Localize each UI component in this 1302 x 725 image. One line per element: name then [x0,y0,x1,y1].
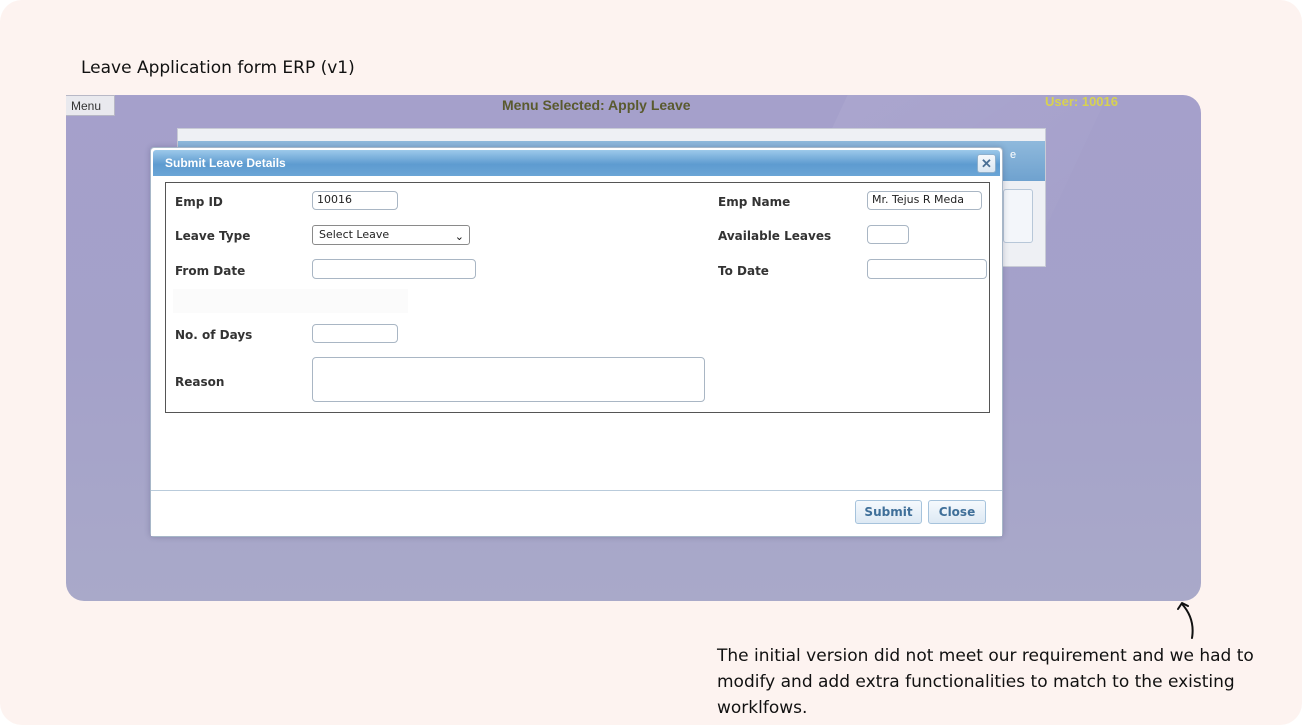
no-of-days-field[interactable] [312,324,398,343]
blank-row [173,289,408,313]
background-table-header-text: e [1010,149,1017,161]
available-leaves-label: Available Leaves [718,229,832,243]
available-leaves-field[interactable] [867,225,909,244]
close-button[interactable]: Close [928,500,986,524]
menu-selected-label: Menu Selected: Apply Leave [502,97,691,113]
to-date-field[interactable] [867,259,987,279]
chevron-down-icon: ⌄ [454,230,464,243]
caption-note: The initial version did not meet our req… [717,646,1254,718]
reason-label: Reason [175,375,225,389]
user-label: User: 10016 [1045,94,1118,109]
submit-leave-dialog: Submit Leave Details ✕ Emp ID 10016 Emp … [150,147,1003,537]
reason-textarea[interactable] [312,357,705,402]
leave-form: Emp ID 10016 Emp Name Mr. Tejus R Meda L… [165,182,990,413]
to-date-label: To Date [718,264,769,278]
footer-divider [151,490,1002,491]
from-date-label: From Date [175,264,246,278]
from-date-field[interactable] [312,259,476,279]
menu-button[interactable]: Menu [66,95,115,116]
submit-button[interactable]: Submit [855,500,922,524]
leave-type-selected: Select Leave [319,228,390,241]
leave-type-select[interactable]: Select Leave ⌄ [312,225,470,245]
caption-title: Leave Application form ERP (v1) [81,58,355,78]
curved-arrow-icon [1177,602,1194,639]
emp-name-label: Emp Name [718,195,791,209]
leave-type-label: Leave Type [175,229,251,243]
emp-name-field[interactable]: Mr. Tejus R Meda [867,191,982,210]
emp-id-field[interactable]: 10016 [312,191,398,210]
close-icon[interactable]: ✕ [977,154,996,173]
background-table-cell [1003,189,1033,243]
dialog-title: Submit Leave Details [165,156,286,170]
dialog-titlebar[interactable]: Submit Leave Details ✕ [153,150,1000,176]
emp-id-label: Emp ID [175,195,223,209]
no-of-days-label: No. of Days [175,328,253,342]
presentation-canvas: Leave Application form ERP (v1) Menu Men… [0,0,1302,725]
